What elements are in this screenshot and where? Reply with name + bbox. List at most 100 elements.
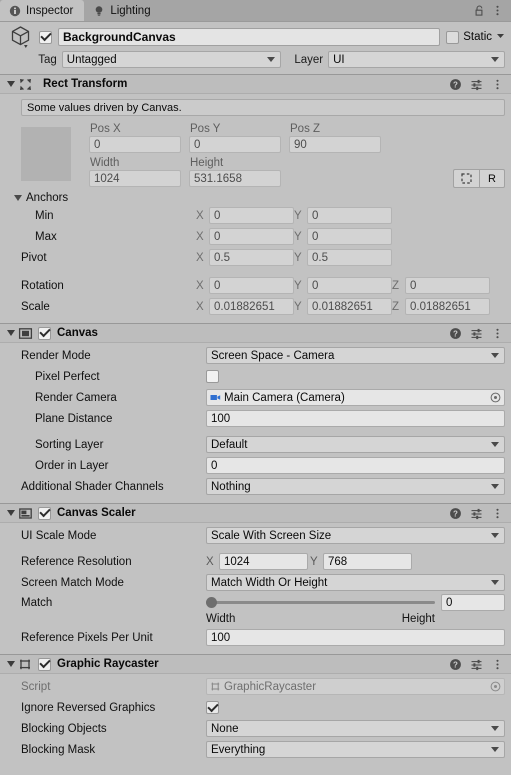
screen-match-mode-row: Screen Match Mode Match Width Or Height bbox=[6, 573, 505, 592]
pivot-y-field[interactable]: 0.5 bbox=[307, 249, 392, 266]
match-slider[interactable] bbox=[206, 594, 441, 611]
kebab-menu-icon[interactable] bbox=[489, 505, 505, 521]
pivot-y-value: 0.5 bbox=[312, 251, 328, 264]
order-in-layer-label: Order in Layer bbox=[35, 459, 109, 472]
pos-x-field[interactable]: 0 bbox=[89, 136, 181, 153]
plane-distance-field[interactable]: 100 bbox=[206, 410, 505, 427]
canvas-foldout[interactable] bbox=[4, 330, 17, 336]
static-dropdown-caret[interactable] bbox=[496, 31, 505, 43]
gameobject-cube-icon[interactable] bbox=[6, 22, 36, 52]
anchor-max-y-field[interactable]: 0 bbox=[307, 228, 392, 245]
canvas-scaler-header[interactable]: Canvas Scaler ? bbox=[0, 503, 511, 523]
help-icon[interactable]: ? bbox=[447, 325, 463, 341]
anchors-foldout[interactable]: Anchors bbox=[14, 189, 505, 206]
canvas-scaler-body: UI Scale Mode Scale With Screen Size Ref… bbox=[0, 523, 511, 654]
pivot-x-field[interactable]: 0.5 bbox=[209, 249, 294, 266]
tab-bar: Inspector Lighting bbox=[0, 0, 511, 22]
axis-y-label: Y bbox=[294, 209, 302, 222]
tab-lighting[interactable]: Lighting bbox=[84, 0, 161, 21]
match-slider-handle[interactable] bbox=[206, 597, 217, 608]
screen-match-mode-dropdown[interactable]: Match Width Or Height bbox=[206, 574, 505, 591]
reference-resolution-x-value: 1024 bbox=[224, 555, 250, 568]
additional-shader-channels-dropdown[interactable]: Nothing bbox=[206, 478, 505, 495]
blocking-mask-dropdown[interactable]: Everything bbox=[206, 741, 505, 758]
pixel-perfect-checkbox[interactable] bbox=[206, 370, 219, 383]
anchor-min-y-value: 0 bbox=[312, 209, 319, 222]
component-graphic-raycaster: Graphic Raycaster ? Script GraphicRaycas… bbox=[0, 654, 511, 766]
width-field[interactable]: 1024 bbox=[89, 170, 181, 187]
kebab-menu-icon[interactable] bbox=[489, 656, 505, 672]
static-checkbox[interactable] bbox=[446, 30, 460, 44]
rect-transform-foldout[interactable] bbox=[4, 81, 17, 87]
sorting-layer-dropdown[interactable]: Default bbox=[206, 436, 505, 453]
height-field[interactable]: 531.1658 bbox=[189, 170, 281, 187]
kebab-menu-icon[interactable] bbox=[489, 3, 505, 19]
rotation-y-field[interactable]: 0 bbox=[307, 277, 392, 294]
graphic-raycaster-header[interactable]: Graphic Raycaster ? bbox=[0, 654, 511, 674]
layer-dropdown[interactable]: UI bbox=[328, 51, 505, 68]
pos-z-field[interactable]: 90 bbox=[289, 136, 381, 153]
graphic-raycaster-foldout[interactable] bbox=[4, 661, 17, 667]
reference-resolution-x-field[interactable]: 1024 bbox=[219, 553, 308, 570]
blocking-objects-dropdown[interactable]: None bbox=[206, 720, 505, 737]
render-camera-field[interactable]: Main Camera (Camera) bbox=[206, 389, 505, 406]
order-in-layer-field[interactable]: 0 bbox=[206, 457, 505, 474]
object-picker-icon[interactable] bbox=[490, 681, 501, 692]
anchor-preview[interactable] bbox=[21, 121, 89, 183]
preset-icon[interactable] bbox=[468, 325, 484, 341]
match-value-field[interactable]: 0 bbox=[441, 594, 505, 611]
tab-inspector[interactable]: Inspector bbox=[0, 0, 85, 21]
preset-icon[interactable] bbox=[468, 76, 484, 92]
canvas-enabled-checkbox[interactable] bbox=[38, 326, 51, 340]
plane-distance-row: Plane Distance 100 bbox=[6, 409, 505, 428]
svg-text:?: ? bbox=[453, 660, 458, 669]
rect-transform-header[interactable]: Rect Transform ? bbox=[0, 74, 511, 94]
pos-z-value: 90 bbox=[294, 138, 307, 151]
canvas-scaler-enabled-checkbox[interactable] bbox=[38, 506, 51, 520]
pos-y-field[interactable]: 0 bbox=[189, 136, 281, 153]
canvas-scaler-foldout[interactable] bbox=[4, 510, 17, 516]
scale-row: Scale X 0.01882651 Y 0.01882651 Z 0.0188265… bbox=[6, 297, 505, 316]
lock-open-icon[interactable] bbox=[471, 3, 487, 19]
help-icon[interactable]: ? bbox=[447, 656, 463, 672]
help-icon[interactable]: ? bbox=[447, 505, 463, 521]
axis-x-label: X bbox=[196, 209, 204, 222]
gameobject-enabled-checkbox[interactable] bbox=[39, 30, 52, 44]
kebab-menu-icon[interactable] bbox=[489, 76, 505, 92]
tag-dropdown[interactable]: Untagged bbox=[61, 51, 281, 68]
object-picker-icon[interactable] bbox=[490, 392, 501, 403]
anchor-min-y-field[interactable]: 0 bbox=[307, 207, 392, 224]
rect-transform-fields: Pos X Pos Y Pos Z 0 0 90 Width Height 10… bbox=[6, 121, 505, 189]
match-slider-track[interactable] bbox=[206, 597, 435, 608]
help-icon[interactable]: ? bbox=[447, 76, 463, 92]
preset-icon[interactable] bbox=[468, 505, 484, 521]
scale-y-field[interactable]: 0.01882651 bbox=[307, 298, 392, 315]
rotation-z-field[interactable]: 0 bbox=[405, 277, 490, 294]
component-canvas-scaler: Canvas Scaler ? UI Scale Mode Scale With… bbox=[0, 503, 511, 654]
scale-x-field[interactable]: 0.01882651 bbox=[209, 298, 294, 315]
gameobject-name-field[interactable]: BackgroundCanvas bbox=[58, 28, 441, 46]
anchor-min-x-field[interactable]: 0 bbox=[209, 207, 294, 224]
ui-scale-mode-dropdown[interactable]: Scale With Screen Size bbox=[206, 527, 505, 544]
chevron-down-icon bbox=[491, 580, 499, 585]
additional-shader-channels-value: Nothing bbox=[211, 480, 251, 493]
graphic-raycaster-body: Script GraphicRaycaster Ignore Reversed … bbox=[0, 674, 511, 766]
anchor-min-x-value: 0 bbox=[214, 209, 221, 222]
render-mode-dropdown[interactable]: Screen Space - Camera bbox=[206, 347, 505, 364]
rotation-x-field[interactable]: 0 bbox=[209, 277, 294, 294]
anchor-max-x-field[interactable]: 0 bbox=[209, 228, 294, 245]
canvas-header[interactable]: Canvas ? bbox=[0, 323, 511, 343]
reference-pixels-per-unit-field[interactable]: 100 bbox=[206, 629, 505, 646]
reference-resolution-y-field[interactable]: 768 bbox=[323, 553, 412, 570]
raw-edit-mode-button[interactable]: R bbox=[479, 169, 505, 188]
scale-z-value: 0.01882651 bbox=[410, 300, 471, 313]
scale-z-field[interactable]: 0.01882651 bbox=[405, 298, 490, 315]
tab-inspector-label: Inspector bbox=[26, 4, 74, 17]
reference-resolution-label: Reference Resolution bbox=[21, 555, 132, 568]
preset-icon[interactable] bbox=[468, 656, 484, 672]
script-field: GraphicRaycaster bbox=[206, 678, 505, 695]
kebab-menu-icon[interactable] bbox=[489, 325, 505, 341]
graphic-raycaster-enabled-checkbox[interactable] bbox=[38, 657, 51, 671]
blueprint-mode-button[interactable] bbox=[453, 169, 479, 188]
ignore-reversed-graphics-checkbox[interactable] bbox=[206, 701, 219, 714]
